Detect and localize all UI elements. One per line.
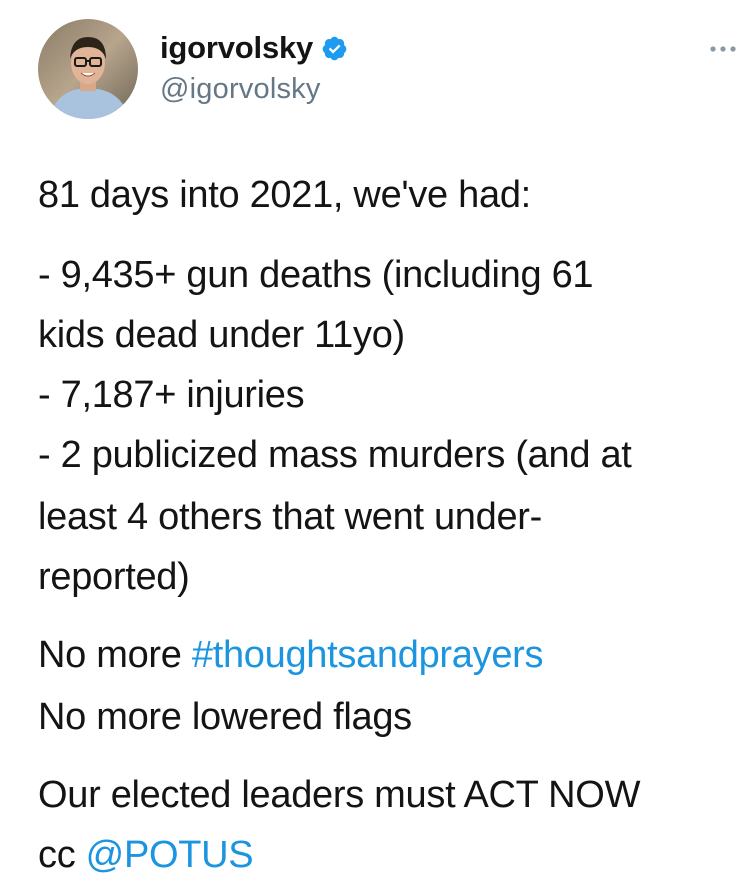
call-to-action-line: Our elected leaders must ACT NOW xyxy=(38,774,641,816)
display-name[interactable]: igorvolsky xyxy=(160,30,313,66)
cc-line: cc @POTUS xyxy=(38,834,254,876)
no-more-flags-line: No more lowered flags xyxy=(38,696,412,738)
profile-photo-icon[interactable] xyxy=(38,19,138,119)
tweet-intro: 81 days into 2021, we've had: xyxy=(38,174,531,216)
tweet-line: kids dead under 11yo) xyxy=(38,314,405,356)
tweet-line: reported) xyxy=(38,556,190,598)
mention-link[interactable]: @POTUS xyxy=(86,834,254,876)
author-handle[interactable]: @igorvolsky xyxy=(160,73,321,106)
tweet-line: - 9,435+ gun deaths (including 61 xyxy=(38,254,594,296)
no-more-prefix: No more xyxy=(38,634,192,676)
tweet-line: - 2 publicized mass murders (and at xyxy=(38,434,632,476)
tweet-line: - 7,187+ injuries xyxy=(38,374,305,416)
tweet-line: least 4 others that went under- xyxy=(38,496,542,538)
hashtag-link[interactable]: #thoughtsandprayers xyxy=(192,634,544,676)
more-options-icon[interactable] xyxy=(708,42,738,54)
tweet-card: igorvolsky @igorvolsky 81 days into 2021… xyxy=(0,0,750,886)
author-name-row[interactable]: igorvolsky xyxy=(160,28,348,68)
cc-prefix: cc xyxy=(38,834,86,876)
no-more-line: No more #thoughtsandprayers xyxy=(38,634,544,676)
verified-badge-icon xyxy=(321,35,348,62)
